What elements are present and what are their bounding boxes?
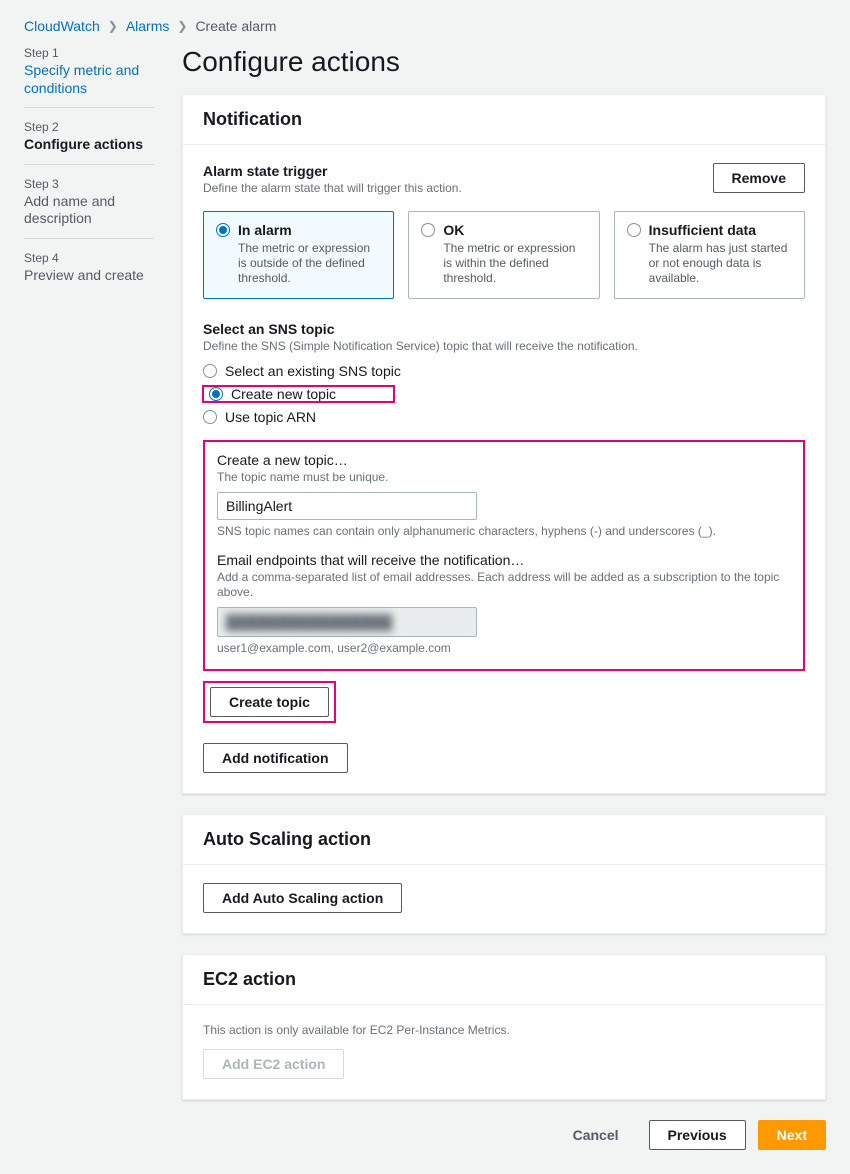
alarm-state-trigger-help: Define the alarm state that will trigger…: [203, 181, 462, 197]
wizard-step-4: Step 4 Preview and create: [24, 251, 154, 295]
breadcrumb-current: Create alarm: [195, 18, 276, 34]
wizard-step-3: Step 3 Add name and description: [24, 177, 154, 239]
ec2-card: EC2 action This action is only available…: [182, 954, 826, 1100]
cancel-button[interactable]: Cancel: [555, 1120, 637, 1150]
add-notification-button[interactable]: Add notification: [203, 743, 348, 773]
wizard-nav: Step 1 Specify metric and conditions Ste…: [24, 46, 154, 1150]
wizard-step-1[interactable]: Step 1 Specify metric and conditions: [24, 46, 154, 108]
alarm-state-trigger-title: Alarm state trigger: [203, 163, 462, 179]
trigger-in-alarm[interactable]: In alarm The metric or expression is out…: [203, 211, 394, 299]
breadcrumb-alarms[interactable]: Alarms: [126, 18, 170, 34]
radio-icon: [209, 387, 223, 401]
sns-title: Select an SNS topic: [203, 321, 805, 337]
email-endpoints-title: Email endpoints that will receive the no…: [217, 552, 791, 568]
radio-icon: [627, 223, 641, 237]
topic-name-input[interactable]: [217, 492, 477, 520]
page-title: Configure actions: [182, 46, 826, 78]
add-ec2-button: Add EC2 action: [203, 1049, 344, 1079]
auto-scaling-heading: Auto Scaling action: [203, 829, 805, 850]
ec2-heading: EC2 action: [203, 969, 805, 990]
trigger-insufficient[interactable]: Insufficient data The alarm has just sta…: [614, 211, 805, 299]
radio-icon: [216, 223, 230, 237]
next-button[interactable]: Next: [758, 1120, 826, 1150]
sns-option-arn[interactable]: Use topic ARN: [203, 408, 805, 426]
radio-icon: [203, 364, 217, 378]
breadcrumb-cloudwatch[interactable]: CloudWatch: [24, 18, 100, 34]
email-endpoints-example: user1@example.com, user2@example.com: [217, 641, 791, 655]
footer-actions: Cancel Previous Next: [182, 1120, 826, 1150]
chevron-right-icon: ❯: [108, 19, 118, 33]
create-topic-button[interactable]: Create topic: [210, 687, 329, 717]
topic-name-hint: SNS topic names can contain only alphanu…: [217, 524, 791, 538]
auto-scaling-card: Auto Scaling action Add Auto Scaling act…: [182, 814, 826, 934]
sns-help: Define the SNS (Simple Notification Serv…: [203, 339, 805, 355]
notification-card: Notification Alarm state trigger Define …: [182, 94, 826, 794]
radio-icon: [203, 410, 217, 424]
sns-option-existing[interactable]: Select an existing SNS topic: [203, 362, 805, 380]
breadcrumb: CloudWatch ❯ Alarms ❯ Create alarm: [24, 18, 826, 34]
previous-button[interactable]: Previous: [649, 1120, 746, 1150]
radio-icon: [421, 223, 435, 237]
sns-option-create[interactable]: Create new topic: [203, 385, 805, 403]
remove-button[interactable]: Remove: [713, 163, 805, 193]
create-topic-help: The topic name must be unique.: [217, 470, 791, 486]
email-endpoints-help: Add a comma-separated list of email addr…: [217, 570, 791, 601]
trigger-ok[interactable]: OK The metric or expression is within th…: [408, 211, 599, 299]
create-topic-section: Create a new topic… The topic name must …: [203, 440, 805, 671]
ec2-help: This action is only available for EC2 Pe…: [203, 1023, 805, 1039]
add-auto-scaling-button[interactable]: Add Auto Scaling action: [203, 883, 402, 913]
notification-heading: Notification: [203, 109, 805, 130]
chevron-right-icon: ❯: [177, 19, 187, 33]
create-topic-title: Create a new topic…: [217, 452, 791, 468]
email-endpoints-input[interactable]: ████████████████: [217, 607, 477, 637]
wizard-step-2: Step 2 Configure actions: [24, 120, 154, 165]
